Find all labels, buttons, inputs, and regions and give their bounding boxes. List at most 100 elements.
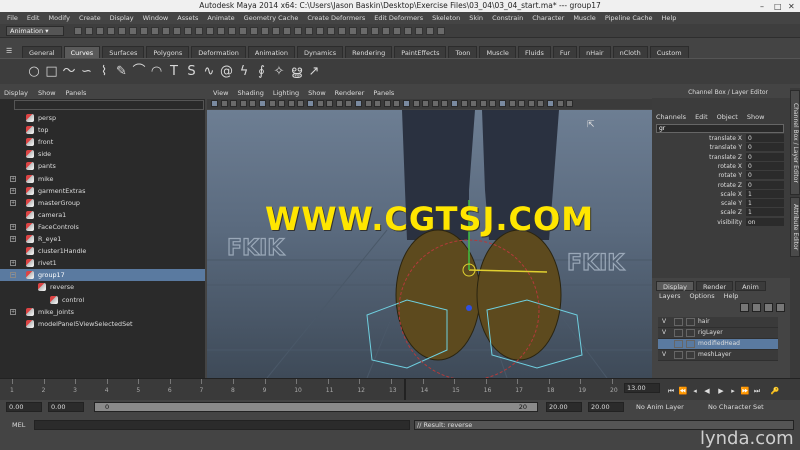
step-back-key-icon[interactable]: ⏪ <box>678 386 688 396</box>
attribute-value[interactable]: 0 <box>746 134 784 142</box>
arrow-curve-icon[interactable]: ↗ <box>306 64 322 80</box>
viewport-tool-icon[interactable] <box>451 100 458 107</box>
attribute-value[interactable]: 0 <box>746 161 784 170</box>
viewport-tool-icon[interactable] <box>220 100 228 107</box>
viewport-tool-icon[interactable] <box>355 100 362 107</box>
channel-attribute[interactable]: translate X 0 <box>656 134 784 143</box>
menu-modify[interactable]: Modify <box>48 14 70 22</box>
viewport-tool-icon[interactable] <box>335 100 343 107</box>
status-tool-icon[interactable] <box>184 27 192 35</box>
shelf-tab-curves[interactable]: Curves <box>63 46 101 58</box>
shelf-tab-fluids[interactable]: Fluids <box>517 46 551 58</box>
layer-menu-layers[interactable]: Layers <box>659 292 681 300</box>
expand-icon[interactable]: + <box>10 236 16 242</box>
status-tool-icon[interactable] <box>415 27 423 35</box>
channel-menu-edit[interactable]: Edit <box>695 113 708 121</box>
key-icon[interactable]: 🔑 <box>770 386 780 396</box>
current-time-marker[interactable] <box>404 378 406 400</box>
menu-character[interactable]: Character <box>532 14 564 22</box>
status-tool-icon[interactable] <box>228 27 236 35</box>
layer-menu-help[interactable]: Help <box>724 292 739 300</box>
viewport-tool-icon[interactable] <box>441 100 449 107</box>
viewport-tool-icon[interactable] <box>268 100 276 107</box>
outliner-item[interactable]: camera1 <box>0 209 205 221</box>
step-back-frame-icon[interactable]: ◂ <box>690 386 700 396</box>
status-tool-icon[interactable] <box>404 27 412 35</box>
channel-menu-object[interactable]: Object <box>717 113 738 121</box>
new-layer-icon[interactable] <box>740 303 749 312</box>
expand-icon[interactable]: − <box>10 272 16 279</box>
selected-object-name[interactable]: gr <box>656 124 784 133</box>
pencil-curve-icon[interactable]: ✎ <box>114 64 130 80</box>
viewport-tool-icon[interactable] <box>230 100 238 107</box>
menu-create[interactable]: Create <box>79 14 101 22</box>
attribute-value[interactable]: 1 <box>746 199 784 208</box>
menu-pipeline-cache[interactable]: Pipeline Cache <box>605 14 653 22</box>
layer-options-icon-2[interactable] <box>776 303 785 312</box>
layer-menu-options[interactable]: Options <box>690 292 715 300</box>
viewport-tool-icon[interactable] <box>403 100 410 107</box>
shelf-tab-surfaces[interactable]: Surfaces <box>102 46 145 58</box>
status-tool-icon[interactable] <box>393 27 401 35</box>
layer-color-swatch[interactable] <box>686 318 695 326</box>
menu-constrain[interactable]: Constrain <box>492 14 523 22</box>
shelf-menu-icon[interactable]: ☰ <box>6 47 12 55</box>
expand-icon[interactable]: + <box>10 187 16 194</box>
attribute-value[interactable]: 0 <box>746 171 784 180</box>
menu-display[interactable]: Display <box>110 14 134 22</box>
character-set-dropdown[interactable]: No Character Set <box>708 403 764 411</box>
status-tool-icon[interactable] <box>371 27 379 35</box>
layer-type-toggle[interactable] <box>674 329 683 337</box>
command-language-label[interactable]: MEL <box>12 421 25 429</box>
viewport-tool-icon[interactable] <box>412 100 420 107</box>
viewport-tool-icon[interactable] <box>489 100 497 107</box>
channel-menu-channels[interactable]: Channels <box>656 113 686 121</box>
viewport-tool-icon[interactable] <box>259 100 266 107</box>
attribute-value[interactable]: on <box>746 217 784 226</box>
viewport-tool-icon[interactable] <box>287 100 295 107</box>
expand-icon[interactable]: + <box>10 199 16 206</box>
arc-icon[interactable]: ◠ <box>149 64 165 80</box>
attribute-value[interactable]: 1 <box>746 189 784 198</box>
command-input[interactable] <box>34 420 410 430</box>
layer-visibility-toggle[interactable]: V <box>662 328 666 338</box>
status-tool-icon[interactable] <box>217 27 225 35</box>
outliner-filter-input[interactable] <box>14 100 204 110</box>
status-tool-icon[interactable] <box>250 27 258 35</box>
playback-start-field[interactable]: 0.00 <box>48 402 84 412</box>
shelf-tab-muscle[interactable]: Muscle <box>479 46 516 58</box>
layer-tab-display[interactable]: Display <box>656 281 694 291</box>
viewport-tool-icon[interactable] <box>211 100 218 107</box>
circle-icon[interactable]: ○ <box>26 64 42 80</box>
channel-attribute[interactable]: scale Y 1 <box>656 199 784 208</box>
status-tool-icon[interactable] <box>382 27 390 35</box>
outliner-item[interactable]: modelPanel5ViewSelectedSet <box>0 318 205 330</box>
status-tool-icon[interactable] <box>426 27 434 35</box>
viewport-tool-icon[interactable] <box>278 100 286 107</box>
viewport-tool-icon[interactable] <box>345 100 353 107</box>
viewport-tool-icon[interactable] <box>547 100 554 107</box>
attribute-value[interactable]: 0 <box>746 152 784 161</box>
layer-type-toggle[interactable] <box>674 351 683 359</box>
ep-curve-icon[interactable]: ⌇ <box>96 64 112 80</box>
attribute-value[interactable]: 0 <box>746 143 784 152</box>
helix-icon[interactable]: ∮ <box>254 64 270 80</box>
expand-icon[interactable]: + <box>10 175 16 182</box>
status-tool-icon[interactable] <box>360 27 368 35</box>
status-tool-icon[interactable] <box>294 27 302 35</box>
viewport-tool-icon[interactable] <box>326 100 334 107</box>
status-tool-icon[interactable] <box>173 27 181 35</box>
channel-attribute[interactable]: visibility on <box>656 217 784 227</box>
viewport-tool-icon[interactable] <box>374 100 382 107</box>
expand-icon[interactable]: + <box>10 260 16 267</box>
layer-color-swatch[interactable] <box>686 340 695 348</box>
status-tool-icon[interactable] <box>96 27 104 35</box>
layer-tab-anim[interactable]: Anim <box>735 281 766 291</box>
outliner-menu-show[interactable]: Show <box>38 88 56 99</box>
outliner-item[interactable]: − group17 <box>0 269 205 282</box>
viewport-tool-icon[interactable] <box>239 100 247 107</box>
layer-row[interactable]: Vhair <box>658 317 778 328</box>
outliner-item[interactable]: + mike <box>0 173 205 185</box>
viewport-tool-icon[interactable] <box>364 100 372 107</box>
viewport-tool-icon[interactable] <box>393 100 401 107</box>
